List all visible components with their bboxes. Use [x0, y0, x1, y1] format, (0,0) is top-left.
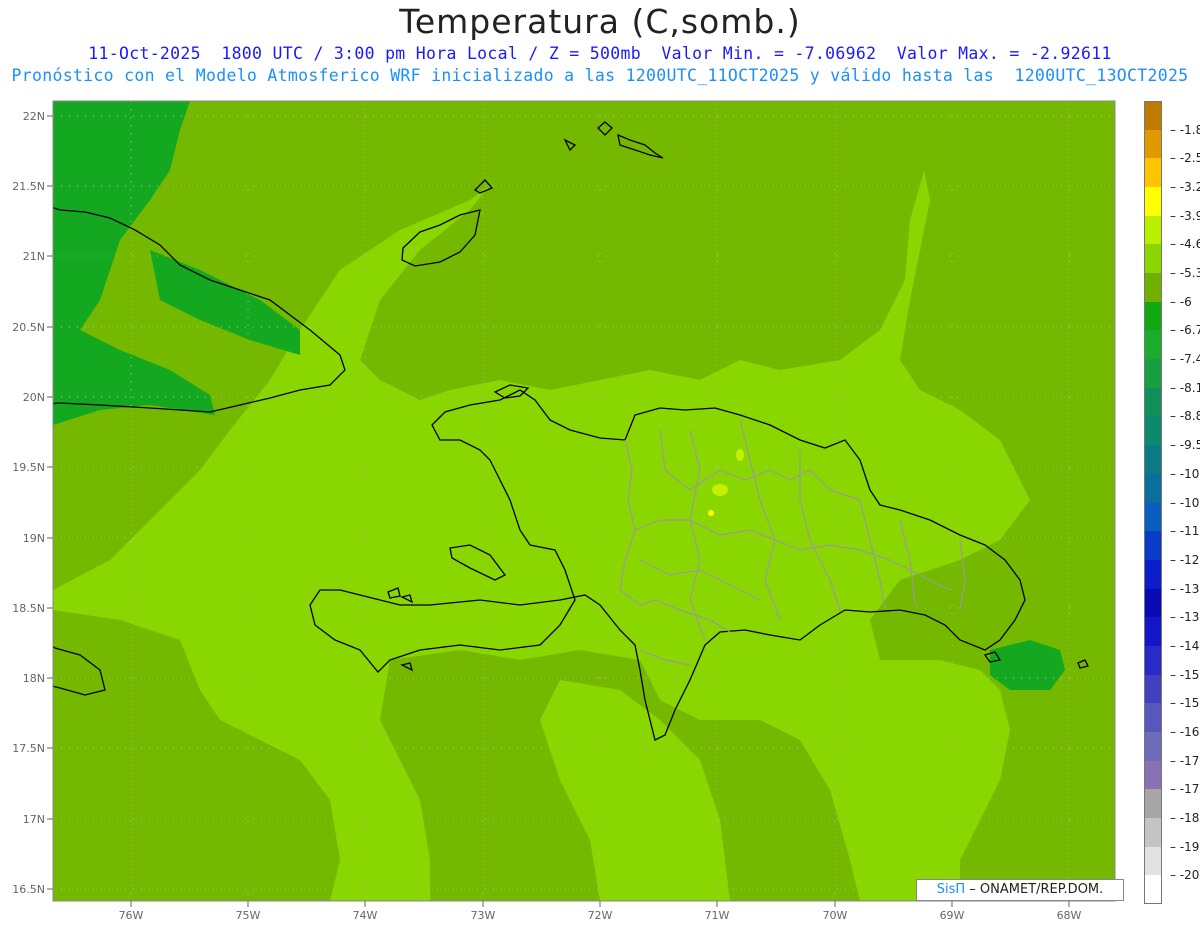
- colorbar-level-label: – -17.9: [1170, 782, 1200, 797]
- lat-labels: 22N 21.5N 21N 20.5N 20N 19.5N 19N 18.5N …: [12, 110, 45, 896]
- field-hot-spot-2: [736, 449, 744, 461]
- colorbar-level-label: – -8.1: [1170, 380, 1200, 395]
- colorbar-level-label: – -9.5: [1170, 438, 1200, 453]
- colorbar-level-label: – -15.8: [1170, 696, 1200, 711]
- colorbar-level-label: – -12.3: [1170, 552, 1200, 567]
- colorbar-level-label: – -17.2: [1170, 753, 1200, 768]
- colorbar-level-label: – -5.3: [1170, 266, 1200, 281]
- colorbar-level-label: – -10.2: [1170, 466, 1200, 481]
- colorbar-level-label: – -13: [1170, 581, 1200, 596]
- lat-ticks: [47, 115, 53, 890]
- lat-label: 18N: [23, 672, 45, 685]
- credit-text: – ONAMET/REP.DOM.: [965, 882, 1104, 897]
- lon-label: 69W: [940, 909, 965, 922]
- lat-label: 21.5N: [12, 180, 45, 193]
- colorbar-level-label: – -11.6: [1170, 524, 1200, 539]
- colorbar-frame: [1144, 101, 1162, 904]
- colorbar-level-label: – -3.2: [1170, 180, 1200, 195]
- lat-label: 17.5N: [12, 742, 45, 755]
- field-hot-spot-1: [712, 484, 728, 496]
- lat-label: 22N: [23, 110, 45, 123]
- field-warm-spot: [708, 510, 714, 516]
- lat-label: 20.5N: [12, 321, 45, 334]
- lon-label: 71W: [705, 909, 730, 922]
- colorbar-level-label: – -7.4: [1170, 352, 1200, 367]
- lon-label: 68W: [1057, 909, 1082, 922]
- colorbar-level-label: – -14.4: [1170, 638, 1200, 653]
- colorbar-level-label: – -2.5: [1170, 151, 1200, 166]
- lat-label: 17N: [23, 813, 45, 826]
- lon-label: 73W: [471, 909, 496, 922]
- lat-label: 16.5N: [12, 883, 45, 896]
- colorbar-level-label: – -6.7: [1170, 323, 1200, 338]
- lon-label: 76W: [119, 909, 144, 922]
- colorbar-level-label: – -18.6: [1170, 810, 1200, 825]
- temperature-map: 22N 21.5N 21N 20.5N 20N 19.5N 19N 18.5N …: [12, 100, 1116, 922]
- lon-label: 70W: [823, 909, 848, 922]
- colorbar-level-label: – -1.8: [1170, 122, 1200, 137]
- colorbar-level-label: – -3.9: [1170, 208, 1200, 223]
- colorbar-level-label: – -20: [1170, 868, 1200, 883]
- colorbar-level-label: – -16.5: [1170, 724, 1200, 739]
- lat-label: 21N: [23, 250, 45, 263]
- lat-label: 19N: [23, 532, 45, 545]
- lat-label: 20N: [23, 391, 45, 404]
- lon-label: 74W: [353, 909, 378, 922]
- colorbar-level-label: – -4.6: [1170, 237, 1200, 252]
- lon-label: 75W: [236, 909, 261, 922]
- colorbar: [1144, 101, 1162, 905]
- lon-labels: 76W 75W 74W 73W 72W 71W 70W 69W 68W: [119, 909, 1082, 922]
- colorbar-level-label: – -6: [1170, 294, 1192, 309]
- lat-label: 18.5N: [12, 602, 45, 615]
- lon-ticks: [130, 901, 1070, 907]
- credit-brand: SisΠ: [936, 882, 966, 897]
- colorbar-level-label: – -13.7: [1170, 610, 1200, 625]
- colorbar-level-label: – -15.1: [1170, 667, 1200, 682]
- colorbar-level-label: – -10.9: [1170, 495, 1200, 510]
- colorbar-level-label: – -19.3: [1170, 839, 1200, 854]
- credit-badge: SisΠ – ONAMET/REP.DOM.: [916, 879, 1124, 901]
- colorbar-level-label: – -8.8: [1170, 409, 1200, 424]
- lon-label: 72W: [588, 909, 613, 922]
- lat-label: 19.5N: [12, 461, 45, 474]
